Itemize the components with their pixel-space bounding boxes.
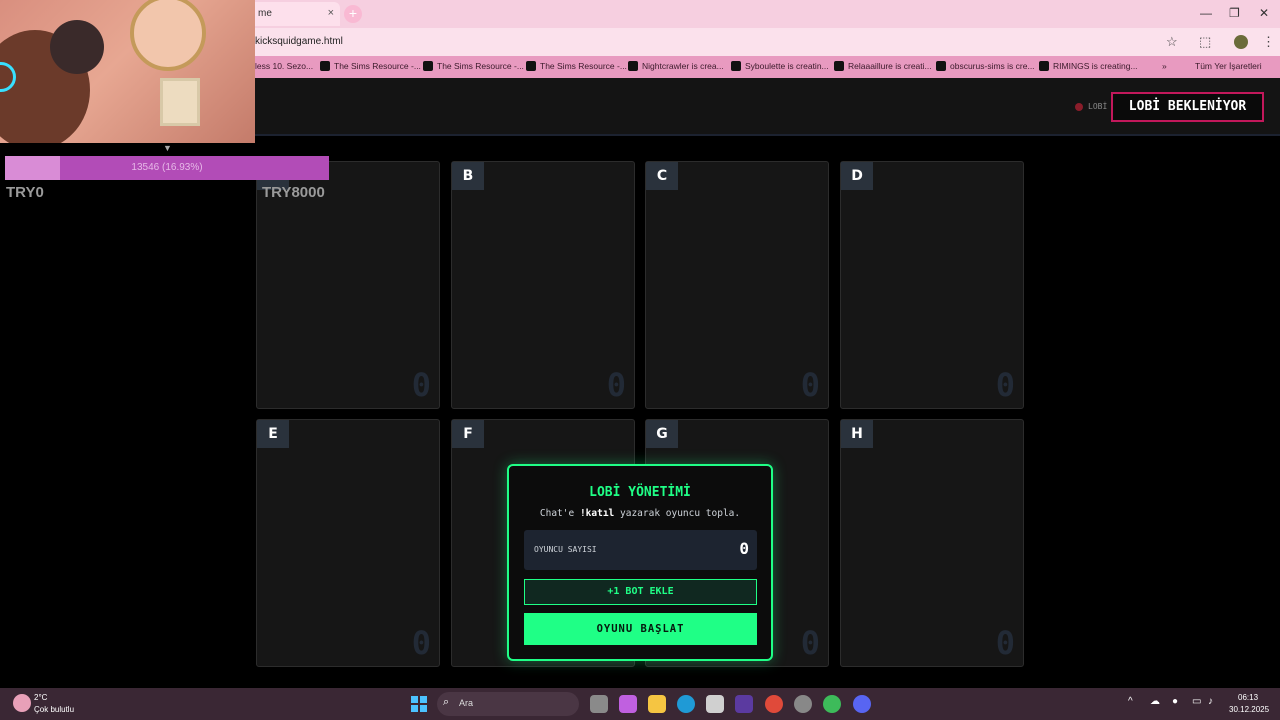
extensions-icon[interactable]: ⬚ — [1199, 34, 1211, 50]
task-view-icon[interactable] — [590, 695, 608, 713]
player-count-label: OYUNCU SAYISI — [534, 545, 597, 554]
card-count: 0 — [995, 366, 1015, 404]
modal-title: LOBİ YÖNETİMİ — [589, 485, 691, 500]
status-label: LOBİ — [1088, 102, 1108, 111]
discord-icon[interactable] — [853, 695, 871, 713]
goal-left-label: TRY0 — [6, 184, 44, 201]
chrome-icon[interactable] — [765, 695, 783, 713]
group-card-e: E 0 — [256, 419, 440, 667]
app-icon[interactable] — [794, 695, 812, 713]
card-letter: F — [452, 420, 484, 448]
windows-start-icon[interactable] — [411, 696, 427, 712]
site-icon — [628, 61, 638, 71]
modal-description: Chat'e !katıl yazarak oyuncu topla. — [539, 508, 741, 519]
bookmark-item[interactable]: less 10. Sezo... — [255, 61, 313, 71]
store-icon[interactable] — [706, 695, 724, 713]
chat-command: !katıl — [579, 508, 615, 519]
group-card-d: D 0 — [840, 161, 1024, 409]
player-count-box: OYUNCU SAYISI 0 — [524, 530, 757, 570]
progress-text: 13546 (16.93%) — [131, 162, 203, 173]
menu-icon[interactable]: ⋮ — [1262, 34, 1275, 50]
group-card-b: B 0 — [451, 161, 635, 409]
all-bookmarks[interactable]: Tüm Yer İşaretleri — [1195, 61, 1262, 71]
status-dot-icon — [1075, 103, 1083, 111]
add-bot-button[interactable]: +1 BOT EKLE — [524, 579, 757, 605]
lobby-modal: LOBİ YÖNETİMİ Chat'e !katıl yazarak oyun… — [507, 464, 773, 661]
start-game-button[interactable]: OYUNU BAŞLAT — [524, 613, 757, 645]
arrow-down-icon: ▼ — [163, 143, 172, 153]
copilot-icon[interactable] — [619, 695, 637, 713]
browser-tab[interactable]: me × — [250, 2, 340, 26]
url-field[interactable]: kicksquidgame.html — [255, 36, 343, 47]
donation-progress-bar: 13546 (16.93%) — [5, 156, 329, 180]
site-icon — [1039, 61, 1049, 71]
card-letter: D — [841, 162, 873, 190]
card-count: 0 — [411, 624, 431, 662]
cloud-icon[interactable]: ☁ — [1150, 696, 1160, 707]
chevron-up-icon[interactable]: ^ — [1128, 696, 1133, 707]
site-icon — [423, 61, 433, 71]
bookmark-item[interactable]: Syboulette is creatin... — [731, 61, 829, 71]
mirror-shape — [130, 0, 206, 71]
headphone-shape — [50, 20, 104, 74]
card-count: 0 — [606, 366, 626, 404]
windows-taskbar: 2°C Çok bulutlu ⌕ Ara ^ ☁ ● ▭ ♪ 06:13 30… — [0, 688, 1280, 720]
card-letter: B — [452, 162, 484, 190]
status-badge: LOBİ BEKLENİYOR — [1111, 92, 1264, 122]
card-count: 0 — [800, 624, 820, 662]
volume-icon[interactable]: ♪ — [1208, 696, 1213, 707]
site-icon — [526, 61, 536, 71]
app-icon[interactable] — [735, 695, 753, 713]
bookmark-item[interactable]: The Sims Resource -... — [526, 61, 627, 71]
card-letter: H — [841, 420, 873, 448]
file-explorer-icon[interactable] — [648, 695, 666, 713]
card-letter: G — [646, 420, 678, 448]
restore-icon[interactable]: ❐ — [1229, 6, 1240, 20]
bookmark-item[interactable]: obscurus-sims is cre... — [936, 61, 1035, 71]
clock-time[interactable]: 06:13 — [1238, 693, 1258, 702]
bookmark-item[interactable]: The Sims Resource -... — [320, 61, 421, 71]
webcam-overlay — [0, 0, 255, 143]
taskbar-search[interactable]: ⌕ Ara — [437, 692, 579, 716]
weather-desc: Çok bulutlu — [34, 705, 75, 714]
weather-icon[interactable] — [13, 694, 31, 712]
bookmark-item[interactable]: The Sims Resource -... — [423, 61, 524, 71]
group-card-c: C 0 — [645, 161, 829, 409]
frame-shape — [160, 78, 200, 126]
group-card-h: H 0 — [840, 419, 1024, 667]
close-window-icon[interactable]: ✕ — [1259, 6, 1269, 20]
network-icon[interactable]: ▭ — [1192, 696, 1201, 707]
card-count: 0 — [995, 624, 1015, 662]
minimize-icon[interactable]: — — [1200, 6, 1212, 20]
search-icon: ⌕ — [443, 696, 450, 708]
site-icon — [834, 61, 844, 71]
new-tab-button[interactable]: + — [344, 5, 362, 23]
weather-temp: 2°C — [34, 693, 48, 702]
card-count: 0 — [411, 366, 431, 404]
site-icon — [936, 61, 946, 71]
clock-date[interactable]: 30.12.2025 — [1229, 705, 1269, 714]
site-icon — [320, 61, 330, 71]
chevron-right-icon[interactable]: » — [1162, 61, 1167, 71]
search-placeholder: Ara — [459, 698, 474, 708]
card-letter: E — [257, 420, 289, 448]
player-count-value: 0 — [739, 539, 749, 558]
site-icon — [731, 61, 741, 71]
card-letter: C — [646, 162, 678, 190]
goal-right-label: TRY8000 — [262, 184, 325, 201]
close-icon[interactable]: × — [328, 7, 334, 19]
microphone-icon[interactable]: ● — [1172, 696, 1178, 707]
edge-icon[interactable] — [677, 695, 695, 713]
app-icon[interactable] — [823, 695, 841, 713]
bookmark-item[interactable]: RIMINGS is creating... — [1039, 61, 1138, 71]
tab-title: me — [258, 8, 272, 19]
profile-avatar[interactable] — [1234, 35, 1248, 49]
bookmark-item[interactable]: Relaaaillure is creati... — [834, 61, 932, 71]
card-count: 0 — [800, 366, 820, 404]
bookmark-item[interactable]: Nightcrawler is crea... — [628, 61, 724, 71]
star-icon[interactable]: ☆ — [1166, 34, 1178, 50]
